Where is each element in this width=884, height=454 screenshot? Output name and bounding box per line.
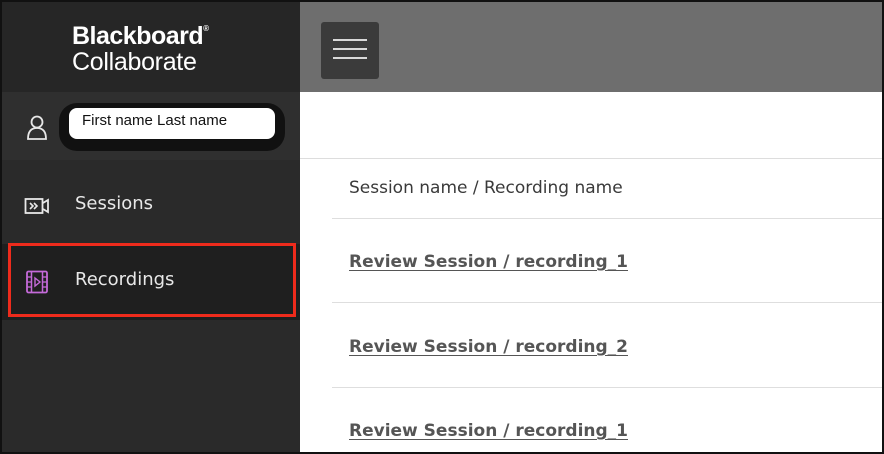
hamburger-menu-button[interactable] bbox=[321, 22, 379, 79]
row-divider bbox=[332, 387, 882, 388]
brand-name-line1: Blackboard® bbox=[72, 22, 209, 50]
row-divider bbox=[332, 218, 882, 219]
user-icon bbox=[27, 115, 47, 140]
hamburger-menu-icon bbox=[333, 39, 367, 41]
recording-link[interactable]: Review Session / recording_1 bbox=[349, 252, 628, 272]
recordings-highlight-box bbox=[8, 243, 296, 317]
trademark-symbol: ® bbox=[203, 24, 209, 33]
row-divider bbox=[332, 302, 882, 303]
brand-name-line2: Collaborate bbox=[72, 48, 197, 76]
hamburger-menu-icon bbox=[333, 57, 367, 59]
hamburger-menu-icon bbox=[333, 48, 367, 50]
table-column-header: Session name / Recording name bbox=[349, 178, 623, 198]
sessions-icon bbox=[24, 198, 49, 214]
user-name: First name Last name bbox=[82, 112, 228, 129]
recording-link[interactable]: Review Session / recording_2 bbox=[349, 337, 628, 357]
sidebar-item-label: Sessions bbox=[75, 193, 154, 214]
sidebar: Blackboard® Collaborate Sessions Recordi… bbox=[2, 2, 300, 452]
app-frame: Blackboard® Collaborate Sessions Recordi… bbox=[0, 0, 884, 454]
content-subheader bbox=[300, 92, 882, 159]
brand-logo: Blackboard® Collaborate bbox=[2, 2, 300, 92]
recording-link[interactable]: Review Session / recording_1 bbox=[349, 421, 628, 441]
sidebar-item-sessions[interactable]: Sessions bbox=[2, 168, 300, 244]
top-bar bbox=[300, 2, 882, 92]
